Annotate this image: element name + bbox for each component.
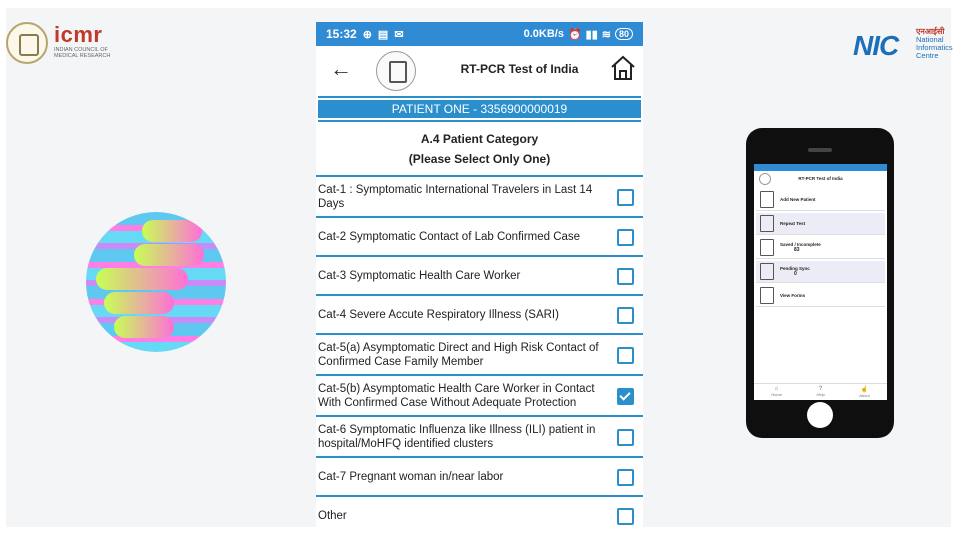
decorative-orb [86, 212, 226, 352]
mail-icon: ✉ [394, 28, 404, 41]
category-checkbox[interactable] [617, 188, 634, 206]
signal-icon: ▮▮ [585, 28, 598, 41]
category-label: Cat-3 Symptomatic Health Care Worker [318, 269, 521, 282]
document-icon [760, 287, 774, 304]
nic-wordmark: NIC [853, 30, 899, 61]
list-item[interactable]: Cat-2 Symptomatic Contact of Lab Confirm… [316, 216, 643, 255]
message-icon: ▤ [377, 28, 389, 41]
nic-english-name: National Informatics Centre [916, 35, 953, 60]
patient-banner-text: PATIENT ONE - 3356900000019 [318, 100, 641, 118]
document-icon [760, 215, 774, 232]
mini-bottom-nav: ⌂ Home ? Help ☝ About [754, 383, 887, 400]
whatsapp-icon: ⊕ [362, 28, 372, 41]
section-subtitle: (Please Select Only One) [408, 152, 551, 166]
mini-menu-item: Pending Sync 0 [756, 261, 885, 283]
list-item[interactable]: Cat-5(b) Asymptomatic Health Care Worker… [316, 374, 643, 415]
mini-menu-item: View Forms [756, 285, 885, 307]
icmr-logo: icmr INDIAN COUNCIL OF MEDICAL RESEARCH [6, 22, 116, 72]
category-checkbox[interactable] [617, 228, 634, 246]
phone-speaker [808, 148, 832, 152]
category-label: Cat-1 : Symptomatic International Travel… [318, 183, 593, 210]
mini-menu-item: Repeat Test [756, 213, 885, 235]
category-label: Cat-7 Pregnant woman in/near labor [318, 470, 504, 483]
category-label: Cat-6 Symptomatic Influenza like Illness… [318, 423, 596, 450]
category-checkbox[interactable] [617, 468, 634, 486]
mini-nav-home: ⌂ Home [771, 386, 782, 397]
mini-screen: RT-PCR Test of India Add New Patient Rep… [754, 164, 887, 400]
list-item[interactable]: Cat-3 Symptomatic Health Care Worker [316, 255, 643, 294]
category-checkbox[interactable] [617, 428, 634, 446]
status-time: 15:32 [326, 27, 357, 41]
wifi-icon: ≋ [601, 28, 611, 41]
category-checkbox[interactable] [617, 306, 634, 324]
hand-icon: ☝ [860, 387, 869, 393]
emblem-icon [759, 173, 771, 185]
mini-status-bar [754, 164, 887, 171]
category-checkbox[interactable] [617, 346, 634, 364]
list-item[interactable]: Cat-7 Pregnant woman in/near labor [316, 456, 643, 495]
phone-mockup: RT-PCR Test of India Add New Patient Rep… [746, 128, 894, 438]
category-list: Cat-1 : Symptomatic International Travel… [316, 175, 643, 533]
icmr-subtitle: INDIAN COUNCIL OF MEDICAL RESEARCH [54, 47, 111, 59]
alarm-icon: ⏰ [567, 28, 582, 41]
list-item[interactable]: Cat-4 Severe Accute Respiratory Illness … [316, 294, 643, 333]
category-label: Cat-5(a) Asymptomatic Direct and High Ri… [318, 341, 599, 368]
status-bar: 15:32 ⊕ ▤ ✉ 0.0KB/s ⏰ ▮▮ ≋ 80 [316, 22, 643, 46]
list-item[interactable]: Cat-1 : Symptomatic International Travel… [316, 175, 643, 216]
category-label: Cat-5(b) Asymptomatic Health Care Worker… [318, 382, 595, 409]
app-title: RT-PCR Test of India [460, 62, 579, 76]
battery-icon: 80 [614, 28, 633, 40]
nic-logo: NIC एनआईसी National Informatics Centre [853, 26, 957, 61]
phone-screen: 15:32 ⊕ ▤ ✉ 0.0KB/s ⏰ ▮▮ ≋ 80 ← RT-PCR T… [316, 22, 643, 533]
phone-home-button [807, 402, 833, 428]
icmr-seal-icon [6, 22, 48, 64]
mini-app-title: RT-PCR Test of India [754, 171, 887, 187]
home-icon[interactable] [609, 54, 637, 82]
document-icon [760, 191, 774, 208]
app-bar: ← RT-PCR Test of India [316, 46, 643, 94]
category-checkbox[interactable] [617, 267, 634, 285]
list-item[interactable]: Cat-5(a) Asymptomatic Direct and High Ri… [316, 333, 643, 374]
category-label: Cat-2 Symptomatic Contact of Lab Confirm… [318, 230, 581, 243]
mini-menu-item: Saved / Incomplete 83 [756, 237, 885, 259]
category-label: Cat-4 Severe Accute Respiratory Illness … [318, 308, 559, 321]
patient-banner: PATIENT ONE - 3356900000019 [318, 96, 641, 122]
category-label: Other [318, 509, 347, 522]
document-icon [760, 263, 774, 280]
section-title: A.4 Patient Category [420, 132, 539, 146]
mini-menu-item: Add New Patient [756, 189, 885, 211]
document-icon [760, 239, 774, 256]
category-checkbox-checked[interactable] [617, 387, 634, 405]
icmr-wordmark: icmr [54, 22, 103, 47]
network-speed: 0.0KB/s [523, 28, 564, 40]
mini-nav-about: ☝ About [859, 387, 870, 398]
category-checkbox[interactable] [617, 507, 634, 525]
list-item[interactable]: Other [316, 495, 643, 533]
list-item[interactable]: Cat-6 Symptomatic Influenza like Illness… [316, 415, 643, 456]
mini-nav-help: ? Help [816, 386, 825, 397]
